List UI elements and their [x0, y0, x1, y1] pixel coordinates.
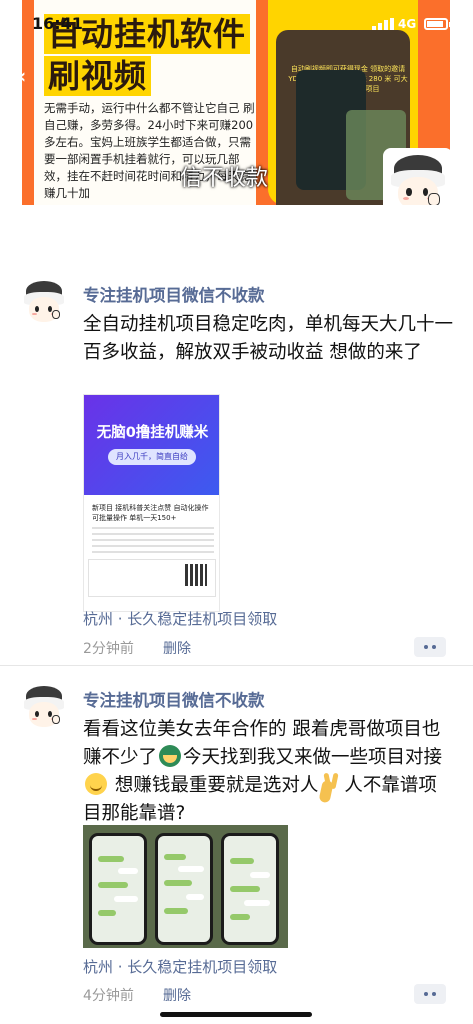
soldier-emoji-icon	[159, 745, 182, 767]
chibi-avatar-image	[20, 683, 68, 731]
post-time: 2分钟前	[83, 641, 134, 657]
post-image[interactable]: 无脑0撸挂机赚米 月入几千，简直自给 新项目 接机科普关注点赞 自动化操作 可批…	[83, 394, 220, 612]
post-image[interactable]	[83, 825, 288, 948]
post-author-name[interactable]: 专注挂机项目微信不收款	[83, 687, 265, 711]
more-dots-icon[interactable]	[414, 984, 446, 1004]
delete-button[interactable]: 删除	[163, 985, 191, 1005]
post-text-part: 想赚钱最重要就是选对人	[109, 775, 319, 796]
delete-button[interactable]: 删除	[163, 638, 191, 658]
more-dots-icon[interactable]	[414, 637, 446, 657]
moment-post: 专注挂机项目微信不收款 全自动挂机项目稳定吃肉，单机每天大几十一百多收益，解放双…	[0, 0, 473, 665]
phone-chat-screenshot	[155, 833, 213, 945]
post-avatar[interactable]	[20, 278, 68, 326]
post-time: 4分钟前	[83, 988, 134, 1004]
poster-title: 无脑0撸挂机赚米	[96, 425, 209, 441]
phone-chat-screenshot	[89, 833, 147, 945]
post-avatar[interactable]	[20, 683, 68, 731]
poster-text: 新项目 接机科普关注点赞 自动化操作 可批量操作 单机一天150+	[92, 504, 209, 522]
post-text: 全自动挂机项目稳定吃肉，单机每天大几十一百多收益，解放双手被动收益 想做的来了	[83, 314, 454, 363]
chibi-avatar-image	[20, 278, 68, 326]
post-author-name[interactable]: 专注挂机项目微信不收款	[83, 282, 265, 306]
poster-banner	[84, 395, 219, 495]
post-location[interactable]: 杭州 · 长久稳定挂机项目领取	[83, 608, 277, 629]
poster-pill: 月入几千，简直自给	[108, 449, 196, 465]
victory-hand-emoji-icon	[320, 773, 342, 795]
post-location[interactable]: 杭州 · 长久稳定挂机项目领取	[83, 956, 277, 977]
post-text-part: 今天找到我又来做一些项目对接	[183, 747, 443, 768]
home-indicator[interactable]	[160, 1012, 312, 1017]
moment-post: 专注挂机项目微信不收款 看看这位美女去年合作的 跟着虎哥做项目也赚不少了 今天找到…	[0, 665, 473, 1024]
qr-code-icon	[185, 564, 207, 586]
poster-body-lines	[92, 527, 214, 557]
shy-emoji-icon	[85, 773, 107, 795]
phone-chat-screenshot	[221, 833, 279, 945]
post-text: 看看这位美女去年合作的 跟着虎哥做项目也赚不少了 今天找到我又来做一些项目对接 想…	[83, 716, 453, 828]
poster-qr-box	[88, 559, 216, 597]
